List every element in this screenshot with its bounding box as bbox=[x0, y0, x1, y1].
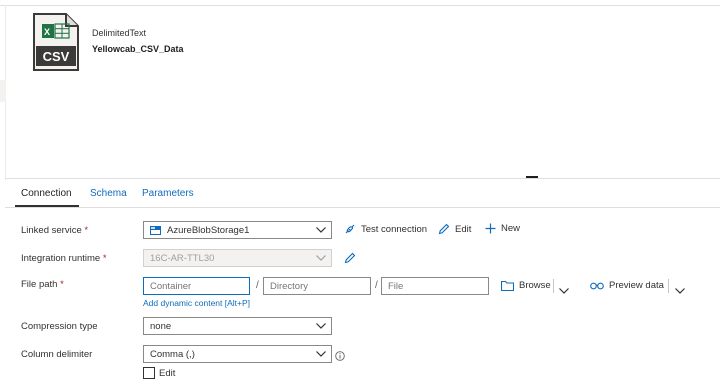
dataset-type: DelimitedText bbox=[92, 28, 147, 38]
tab-schema[interactable]: Schema bbox=[90, 188, 127, 199]
chevron-down-icon bbox=[675, 288, 685, 294]
add-dynamic-content-link[interactable]: Add dynamic content [Alt+P] bbox=[143, 298, 250, 308]
tabs-divider bbox=[5, 207, 720, 208]
divider bbox=[553, 279, 554, 293]
directory-input[interactable] bbox=[263, 277, 371, 295]
svg-text:X: X bbox=[44, 27, 50, 37]
delimiter-edit-checkbox[interactable] bbox=[143, 367, 155, 379]
integration-runtime-dropdown: 16C-AR-TTL30 bbox=[143, 249, 332, 267]
file-input[interactable] bbox=[381, 277, 489, 295]
tab-parameters[interactable]: Parameters bbox=[142, 188, 194, 199]
pencil-icon bbox=[438, 223, 450, 235]
linked-service-dropdown[interactable]: AzureBlobStorage1 bbox=[143, 221, 332, 239]
chevron-down-icon bbox=[559, 288, 569, 294]
path-separator: / bbox=[256, 280, 259, 291]
edit-integration-runtime-button[interactable] bbox=[344, 251, 356, 269]
edit-linked-service-button[interactable]: Edit bbox=[438, 223, 471, 235]
path-separator: / bbox=[375, 280, 378, 291]
compression-type-label: Compression type bbox=[21, 321, 98, 332]
column-delimiter-dropdown[interactable]: Comma (,) bbox=[143, 345, 332, 363]
csv-file-icon: X CSV bbox=[33, 13, 79, 71]
info-icon[interactable] bbox=[335, 348, 345, 366]
tab-connection[interactable]: Connection bbox=[21, 188, 72, 199]
chevron-down-icon bbox=[316, 227, 326, 233]
chevron-down-icon bbox=[316, 255, 326, 261]
compression-type-value: none bbox=[150, 320, 172, 332]
preview-data-button[interactable]: Preview data bbox=[590, 280, 664, 291]
dataset-name: Yellowcab_CSV_Data bbox=[92, 44, 184, 54]
top-border bbox=[0, 5, 720, 6]
left-panel-stub bbox=[0, 80, 6, 102]
preview-options-dropdown[interactable] bbox=[675, 281, 685, 299]
integration-runtime-label: Integration runtime * bbox=[21, 253, 107, 264]
browse-button[interactable]: Browse bbox=[501, 280, 551, 291]
integration-runtime-value: 16C-AR-TTL30 bbox=[150, 252, 215, 264]
linked-service-value: AzureBlobStorage1 bbox=[167, 224, 250, 236]
chevron-down-icon bbox=[316, 323, 326, 329]
csv-badge-text: CSV bbox=[43, 49, 70, 64]
linked-service-label: Linked service * bbox=[21, 225, 89, 236]
delimiter-edit-label: Edit bbox=[159, 368, 176, 379]
compression-type-dropdown[interactable]: none bbox=[143, 317, 332, 335]
divider bbox=[668, 279, 669, 293]
plug-icon bbox=[345, 224, 355, 234]
storage-icon bbox=[150, 225, 161, 235]
test-connection-button[interactable]: Test connection bbox=[344, 223, 427, 235]
glasses-icon bbox=[590, 282, 604, 290]
file-path-label: File path * bbox=[21, 279, 64, 290]
panel-divider bbox=[5, 178, 720, 179]
browse-options-dropdown[interactable] bbox=[559, 281, 569, 299]
new-linked-service-button[interactable]: New bbox=[485, 223, 520, 234]
plus-icon bbox=[485, 223, 496, 234]
column-delimiter-value: Comma (,) bbox=[150, 348, 195, 360]
container-input[interactable] bbox=[143, 277, 250, 295]
pencil-icon bbox=[344, 252, 356, 264]
folder-icon bbox=[501, 280, 514, 291]
chevron-down-icon bbox=[316, 351, 326, 357]
column-delimiter-label: Column delimiter bbox=[21, 349, 93, 360]
